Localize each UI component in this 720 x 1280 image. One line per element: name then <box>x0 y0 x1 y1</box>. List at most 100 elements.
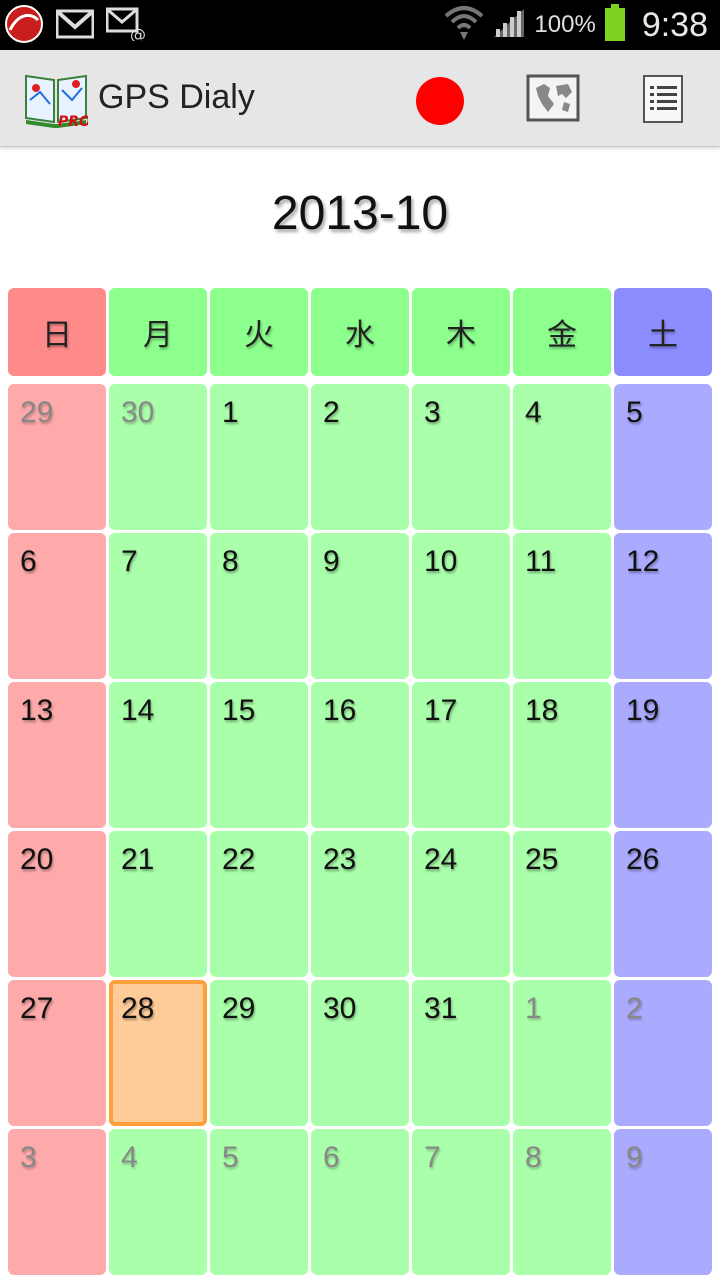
day-number: 16 <box>323 694 357 727</box>
calendar-day[interactable]: 15 <box>210 682 308 828</box>
day-number: 30 <box>323 992 357 1025</box>
weekday-header: 日 月 火 水 木 金 土 <box>8 288 715 376</box>
record-icon[interactable] <box>416 77 464 125</box>
action-bar: PRO GPS Dialy <box>0 50 720 147</box>
day-number: 22 <box>222 843 256 876</box>
day-number: 9 <box>323 545 340 578</box>
notification-icons: @ <box>4 4 146 48</box>
signal-icon <box>492 7 526 43</box>
calendar-day[interactable]: 23 <box>311 831 409 977</box>
day-number: 7 <box>424 1141 441 1174</box>
day-number: 24 <box>424 843 458 876</box>
calendar-day[interactable]: 1 <box>210 384 308 530</box>
day-number: 31 <box>424 992 458 1025</box>
calendar-day[interactable]: 3 <box>8 1129 106 1275</box>
map-icon[interactable] <box>526 74 580 122</box>
calendar-day[interactable]: 29 <box>8 384 106 530</box>
day-number: 29 <box>20 396 54 429</box>
calendar-day[interactable]: 13 <box>8 682 106 828</box>
calendar-day[interactable]: 26 <box>614 831 712 977</box>
battery-icon <box>604 4 626 46</box>
weekday-tuesday: 火 <box>210 288 308 376</box>
calendar-grid: 日 月 火 水 木 金 土 29 30 1 2 3 4 5 6 7 8 9 10 11 12 13 14 15 1… <box>8 288 715 1275</box>
calendar-day[interactable]: 21 <box>109 831 207 977</box>
day-number: 4 <box>525 396 542 429</box>
calendar-day[interactable]: 19 <box>614 682 712 828</box>
day-number: 17 <box>424 694 458 727</box>
calendar-day[interactable]: 22 <box>210 831 308 977</box>
calendar-day[interactable]: 4 <box>513 384 611 530</box>
weekday-wednesday: 水 <box>311 288 409 376</box>
calendar-day[interactable]: 31 <box>412 980 510 1126</box>
day-number: 5 <box>222 1141 239 1174</box>
calendar-day[interactable]: 6 <box>8 533 106 679</box>
day-number: 3 <box>424 396 441 429</box>
day-number: 8 <box>525 1141 542 1174</box>
clock: 9:38 <box>641 5 708 44</box>
calendar-day[interactable]: 29 <box>210 980 308 1126</box>
calendar-day[interactable]: 10 <box>412 533 510 679</box>
calendar-day[interactable]: 25 <box>513 831 611 977</box>
day-number: 15 <box>222 694 256 727</box>
calendar-day[interactable]: 2 <box>614 980 712 1126</box>
calendar-day[interactable]: 14 <box>109 682 207 828</box>
day-number: 9 <box>626 1141 643 1174</box>
weekday-friday: 金 <box>513 288 611 376</box>
calendar-day[interactable]: 30 <box>109 384 207 530</box>
day-number: 14 <box>121 694 155 727</box>
day-number: 30 <box>121 396 155 429</box>
app-title: GPS Dialy <box>98 78 255 116</box>
weekday-thursday: 木 <box>412 288 510 376</box>
svg-text:@: @ <box>130 25 146 41</box>
calendar-day-today[interactable]: 28 <box>109 980 207 1126</box>
calendar-day[interactable]: 9 <box>614 1129 712 1275</box>
calendar-day[interactable]: 8 <box>210 533 308 679</box>
day-number: 23 <box>323 843 357 876</box>
weekday-monday: 月 <box>109 288 207 376</box>
day-number: 10 <box>424 545 458 578</box>
calendar-day[interactable]: 1 <box>513 980 611 1126</box>
day-number: 27 <box>20 992 54 1025</box>
day-number: 2 <box>626 992 643 1025</box>
calendar-day[interactable]: 12 <box>614 533 712 679</box>
calendar-day[interactable]: 7 <box>109 533 207 679</box>
day-number: 29 <box>222 992 256 1025</box>
day-number: 1 <box>222 396 239 429</box>
day-number: 8 <box>222 545 239 578</box>
calendar-day[interactable]: 5 <box>210 1129 308 1275</box>
calendar-day[interactable]: 27 <box>8 980 106 1126</box>
day-number: 19 <box>626 694 660 727</box>
calendar-day[interactable]: 3 <box>412 384 510 530</box>
day-number: 6 <box>323 1141 340 1174</box>
day-number: 28 <box>121 992 155 1025</box>
day-number: 1 <box>525 992 542 1025</box>
day-number: 4 <box>121 1141 138 1174</box>
app-logo-icon[interactable]: PRO <box>24 70 91 130</box>
calendar-day[interactable]: 4 <box>109 1129 207 1275</box>
calendar-day[interactable]: 11 <box>513 533 611 679</box>
day-number: 18 <box>525 694 559 727</box>
day-number: 7 <box>121 545 138 578</box>
calendar-day[interactable]: 30 <box>311 980 409 1126</box>
calendar-day[interactable]: 2 <box>311 384 409 530</box>
calendar-day[interactable]: 6 <box>311 1129 409 1275</box>
calendar-day[interactable]: 20 <box>8 831 106 977</box>
day-number: 5 <box>626 396 643 429</box>
calendar-day[interactable]: 5 <box>614 384 712 530</box>
weekday-sunday: 日 <box>8 288 106 376</box>
day-number: 12 <box>626 545 660 578</box>
calendar-day[interactable]: 7 <box>412 1129 510 1275</box>
day-number: 20 <box>20 843 54 876</box>
day-number: 21 <box>121 843 155 876</box>
calendar-day[interactable]: 16 <box>311 682 409 828</box>
day-number: 6 <box>20 545 37 578</box>
calendar-day[interactable]: 18 <box>513 682 611 828</box>
wifi-icon <box>444 4 484 46</box>
calendar-day[interactable]: 17 <box>412 682 510 828</box>
calendar-day[interactable]: 24 <box>412 831 510 977</box>
calendar-day[interactable]: 8 <box>513 1129 611 1275</box>
calendar-day[interactable]: 9 <box>311 533 409 679</box>
day-number: 2 <box>323 396 340 429</box>
calendar-days: 29 30 1 2 3 4 5 6 7 8 9 10 11 12 13 14 15 16 17 18 19 20 21 22 2… <box>8 384 715 1275</box>
list-icon[interactable] <box>642 74 684 124</box>
